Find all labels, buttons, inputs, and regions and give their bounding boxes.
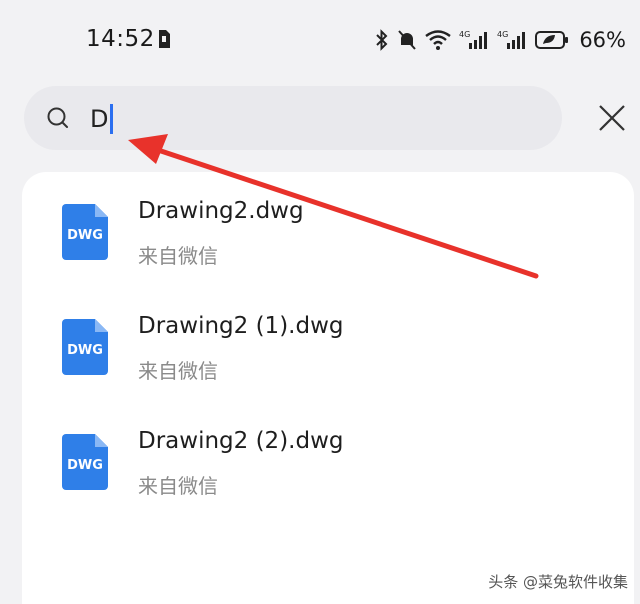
text-caret (110, 104, 114, 134)
result-item[interactable]: DWG Drawing2 (2).dwg 来自微信 (22, 402, 634, 512)
signal-4g-icon-1: 4G (459, 29, 489, 51)
file-name: Drawing2.dwg (138, 198, 304, 224)
file-name: Drawing2 (1).dwg (138, 313, 344, 339)
dwg-file-icon: DWG (62, 204, 108, 264)
search-results: DWG Drawing2.dwg 来自微信 DWG Drawing2 (1).d… (22, 172, 634, 604)
svg-text:DWG: DWG (67, 343, 103, 358)
svg-text:4G: 4G (459, 30, 470, 39)
svg-text:DWG: DWG (67, 228, 103, 243)
svg-text:DWG: DWG (67, 458, 103, 473)
silent-bell-icon (397, 29, 417, 51)
sim-card-icon (157, 29, 171, 53)
file-source: 来自微信 (138, 244, 218, 268)
signal-4g-icon-2: 4G (497, 29, 527, 51)
bluetooth-icon (375, 29, 389, 51)
battery-percent: 66% (579, 28, 626, 52)
search-bar[interactable]: D (24, 86, 562, 150)
file-name: Drawing2 (2).dwg (138, 428, 344, 454)
result-item[interactable]: DWG Drawing2 (1).dwg 来自微信 (22, 287, 634, 397)
svg-text:4G: 4G (497, 30, 508, 39)
status-time: 14:52 (86, 26, 155, 52)
dwg-file-icon: DWG (62, 434, 108, 494)
search-input[interactable]: D (90, 99, 530, 137)
battery-icon (535, 30, 569, 50)
wifi-icon (425, 30, 452, 50)
status-indicators: 4G 4G 66% (375, 26, 626, 54)
search-icon (46, 106, 70, 134)
file-source: 来自微信 (138, 474, 218, 498)
result-item[interactable]: DWG Drawing2.dwg 来自微信 (22, 172, 634, 282)
search-query: D (90, 105, 109, 133)
status-bar: 14:52 4G 4G 66% (0, 0, 640, 80)
watermark: 头条 @菜兔软件收集 (488, 573, 628, 591)
file-source: 来自微信 (138, 359, 218, 383)
dwg-file-icon: DWG (62, 319, 108, 379)
close-icon[interactable] (596, 102, 628, 138)
